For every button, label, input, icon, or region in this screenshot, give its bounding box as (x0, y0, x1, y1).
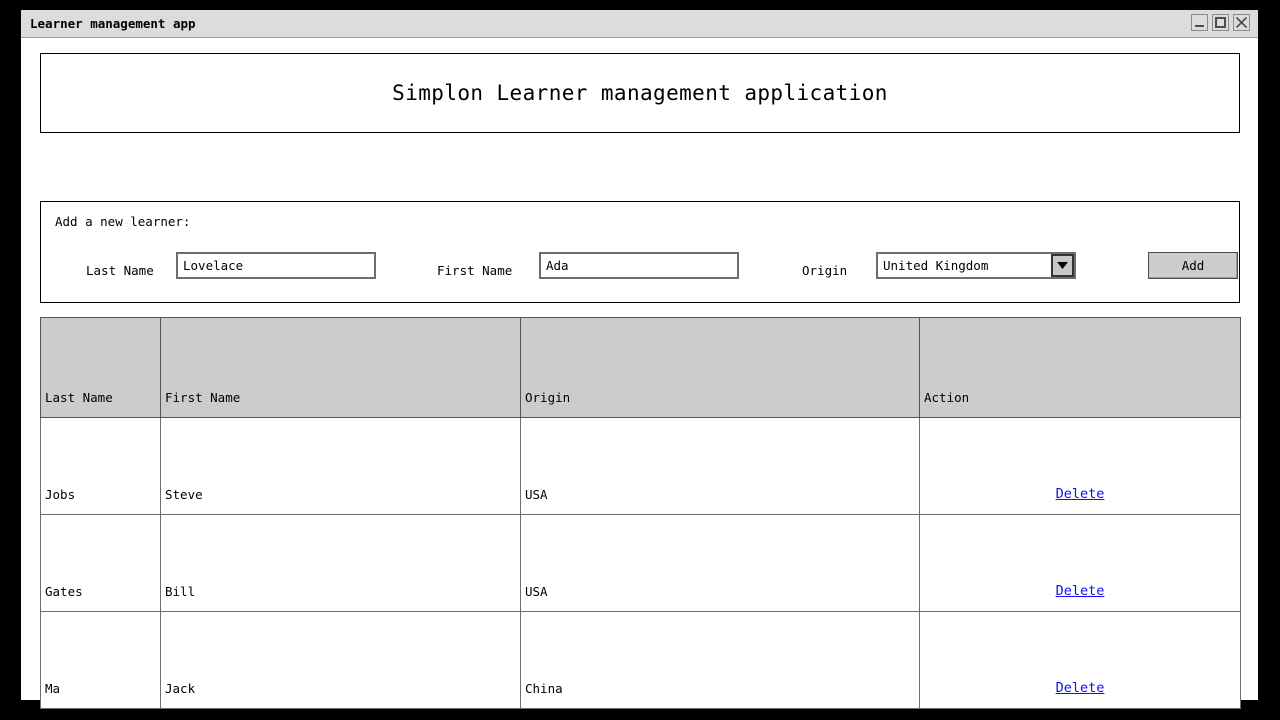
form-fields-row: Last Name First Name Origin United Kingd… (41, 252, 1239, 292)
column-header-last-name: Last Name (40, 317, 161, 418)
chevron-down-glyph (1057, 262, 1068, 269)
cell-last-name: Ma (40, 611, 161, 709)
delete-link[interactable]: Delete (1056, 680, 1105, 696)
window-body: Simplon Learner management application A… (21, 38, 1258, 709)
close-button[interactable] (1233, 14, 1250, 31)
window-controls (1191, 14, 1250, 31)
cell-action: Delete (919, 417, 1241, 515)
first-name-input[interactable] (539, 252, 739, 279)
table-body: Jobs Steve USA Delete Gates Bill USA Del… (40, 417, 1241, 709)
maximize-button[interactable] (1212, 14, 1229, 31)
last-name-label: Last Name (86, 263, 154, 278)
page-title: Simplon Learner management application (392, 81, 888, 105)
table-row: Gates Bill USA Delete (40, 514, 1241, 612)
cell-origin: USA (520, 417, 920, 515)
window-title: Learner management app (30, 16, 196, 31)
title-bar: Learner management app (21, 10, 1258, 38)
table-row: Jobs Steve USA Delete (40, 417, 1241, 515)
cell-first-name: Steve (160, 417, 521, 515)
cell-last-name: Jobs (40, 417, 161, 515)
cell-action: Delete (919, 611, 1241, 709)
first-name-label: First Name (437, 263, 513, 278)
add-learner-button[interactable]: Add (1148, 252, 1238, 279)
minimize-icon (1195, 25, 1204, 27)
close-icon (1235, 16, 1248, 29)
table-row: Ma Jack China Delete (40, 611, 1241, 709)
maximize-icon (1215, 17, 1226, 28)
cell-origin: USA (520, 514, 920, 612)
form-legend: Add a new learner: (55, 214, 191, 229)
header-panel: Simplon Learner management application (40, 53, 1240, 133)
origin-selected-value: United Kingdom (883, 258, 989, 273)
cell-first-name: Bill (160, 514, 521, 612)
cell-action: Delete (919, 514, 1241, 612)
column-header-first-name: First Name (160, 317, 521, 418)
minimize-button[interactable] (1191, 14, 1208, 31)
column-header-action: Action (919, 317, 1241, 418)
cell-origin: China (520, 611, 920, 709)
last-name-input[interactable] (176, 252, 376, 279)
application-window: Learner management app Simplon Learner m… (21, 10, 1258, 709)
origin-label: Origin (802, 263, 848, 278)
cell-first-name: Jack (160, 611, 521, 709)
add-learner-form: Add a new learner: Last Name First Name … (40, 201, 1240, 303)
chevron-down-icon[interactable] (1051, 254, 1074, 277)
learners-table: Last Name First Name Origin Action Jobs … (40, 317, 1241, 709)
cell-last-name: Gates (40, 514, 161, 612)
origin-select[interactable]: United Kingdom (876, 252, 1076, 279)
delete-link[interactable]: Delete (1056, 583, 1105, 599)
table-header-row: Last Name First Name Origin Action (40, 317, 1241, 418)
table-header: Last Name First Name Origin Action (40, 317, 1241, 418)
delete-link[interactable]: Delete (1056, 486, 1105, 502)
column-header-origin: Origin (520, 317, 920, 418)
